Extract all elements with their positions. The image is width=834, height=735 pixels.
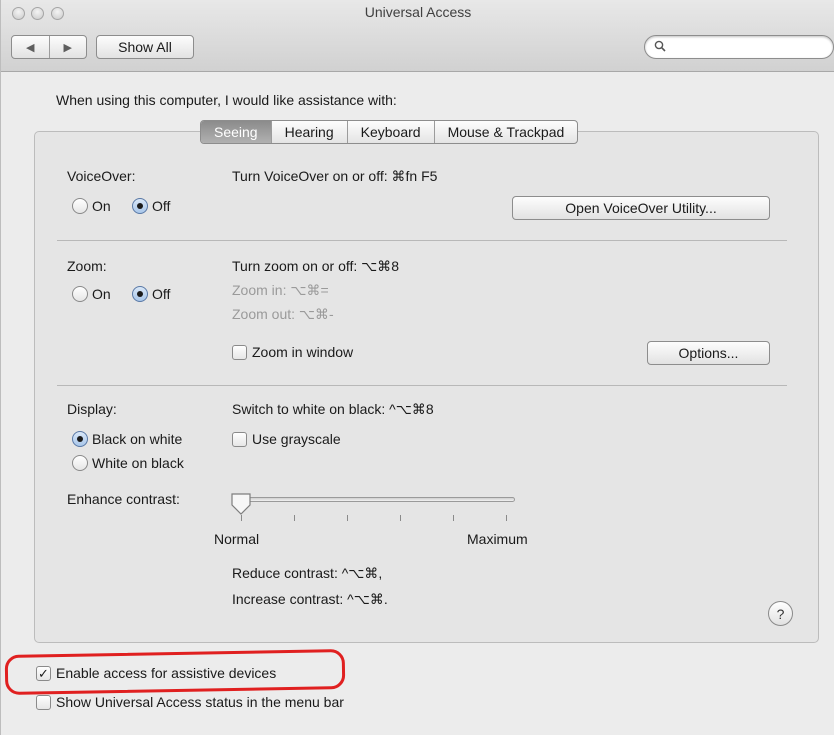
- slider-tick: [241, 515, 242, 521]
- voiceover-shortcut: Turn VoiceOver on or off: ⌘fn F5: [232, 168, 438, 184]
- show-status-menu-checkbox[interactable]: Show Universal Access status in the menu…: [36, 694, 344, 710]
- slider-tick: [400, 515, 401, 521]
- zoom-out-shortcut: Zoom out: ⌥⌘-: [232, 306, 334, 322]
- radio-circle-selected: [132, 198, 148, 214]
- slider-tick: [453, 515, 454, 521]
- use-grayscale-label: Use grayscale: [252, 431, 341, 447]
- separator: [57, 240, 787, 241]
- separator: [57, 385, 787, 386]
- slider-min-label: Normal: [214, 531, 260, 547]
- help-button[interactable]: ?: [768, 601, 793, 626]
- title-bar: Universal Access ◀ ▶ Show All: [1, 0, 834, 72]
- radio-circle-selected: [72, 431, 88, 447]
- checkbox-box: [232, 344, 247, 360]
- contrast-slider-knob[interactable]: [230, 492, 252, 516]
- slider-tick: [294, 515, 295, 521]
- radio-circle: [72, 198, 88, 214]
- increase-contrast-shortcut: Increase contrast: ^⌥⌘.: [232, 591, 388, 607]
- slider-tick: [506, 515, 507, 521]
- forward-arrow-icon: ▶: [63, 41, 72, 54]
- radio-circle: [72, 286, 88, 302]
- voiceover-on-radio[interactable]: On: [72, 198, 111, 214]
- white-on-black-label: White on black: [92, 455, 184, 471]
- back-forward-control: ◀ ▶: [11, 35, 87, 59]
- tab-hearing[interactable]: Hearing: [270, 121, 347, 143]
- help-icon: ?: [776, 605, 785, 622]
- universal-access-window: Universal Access ◀ ▶ Show All When using…: [0, 0, 834, 735]
- zoom-options-button[interactable]: Options...: [647, 341, 770, 365]
- voiceover-on-label: On: [92, 198, 111, 214]
- tab-seeing[interactable]: Seeing: [201, 121, 271, 143]
- enhance-contrast-label: Enhance contrast:: [67, 491, 180, 507]
- radio-circle: [72, 455, 88, 471]
- open-voiceover-utility-button[interactable]: Open VoiceOver Utility...: [512, 196, 770, 220]
- voiceover-off-radio[interactable]: Off: [132, 198, 170, 214]
- display-label: Display:: [67, 401, 117, 417]
- tab-keyboard[interactable]: Keyboard: [346, 121, 434, 143]
- use-grayscale-checkbox[interactable]: Use grayscale: [232, 431, 341, 447]
- search-field[interactable]: [644, 35, 834, 59]
- window-title: Universal Access: [364, 4, 472, 20]
- back-arrow-icon: ◀: [26, 41, 35, 54]
- zoom-label: Zoom:: [67, 258, 107, 274]
- zoom-in-window-checkbox[interactable]: Zoom in window: [232, 344, 353, 360]
- zoom-shortcut: Turn zoom on or off: ⌥⌘8: [232, 258, 400, 274]
- checkbox-box: [232, 431, 247, 447]
- zoom-off-radio[interactable]: Off: [132, 286, 170, 302]
- black-on-white-radio[interactable]: Black on white: [72, 431, 182, 447]
- zoom-in-shortcut: Zoom in: ⌥⌘=: [232, 282, 329, 298]
- slider-tick: [347, 515, 348, 521]
- zoom-on-radio[interactable]: On: [72, 286, 111, 302]
- reduce-contrast-shortcut: Reduce contrast: ^⌥⌘,: [232, 565, 383, 581]
- red-highlight-annotation: [4, 649, 346, 695]
- checkbox-box: [36, 694, 51, 710]
- slider-max-label: Maximum: [467, 531, 528, 547]
- zoom-off-label: Off: [152, 286, 171, 302]
- voiceover-off-label: Off: [152, 198, 171, 214]
- radio-circle-selected: [132, 286, 148, 302]
- zoom-on-label: On: [92, 286, 111, 302]
- search-icon: [654, 40, 666, 52]
- intro-text: When using this computer, I would like a…: [56, 92, 397, 108]
- tab-mouse-trackpad[interactable]: Mouse & Trackpad: [433, 121, 578, 143]
- display-shortcut: Switch to white on black: ^⌥⌘8: [232, 401, 434, 417]
- back-button[interactable]: ◀: [12, 36, 49, 58]
- show-all-button[interactable]: Show All: [96, 35, 194, 59]
- forward-button[interactable]: ▶: [48, 36, 87, 58]
- zoom-in-window-label: Zoom in window: [252, 344, 354, 360]
- black-on-white-label: Black on white: [92, 431, 183, 447]
- category-tabs: Seeing Hearing Keyboard Mouse & Trackpad: [200, 120, 579, 144]
- show-status-menu-label: Show Universal Access status in the menu…: [56, 694, 344, 710]
- voiceover-label: VoiceOver:: [67, 168, 136, 184]
- white-on-black-radio[interactable]: White on black: [72, 455, 184, 471]
- contrast-slider-track[interactable]: [234, 497, 515, 502]
